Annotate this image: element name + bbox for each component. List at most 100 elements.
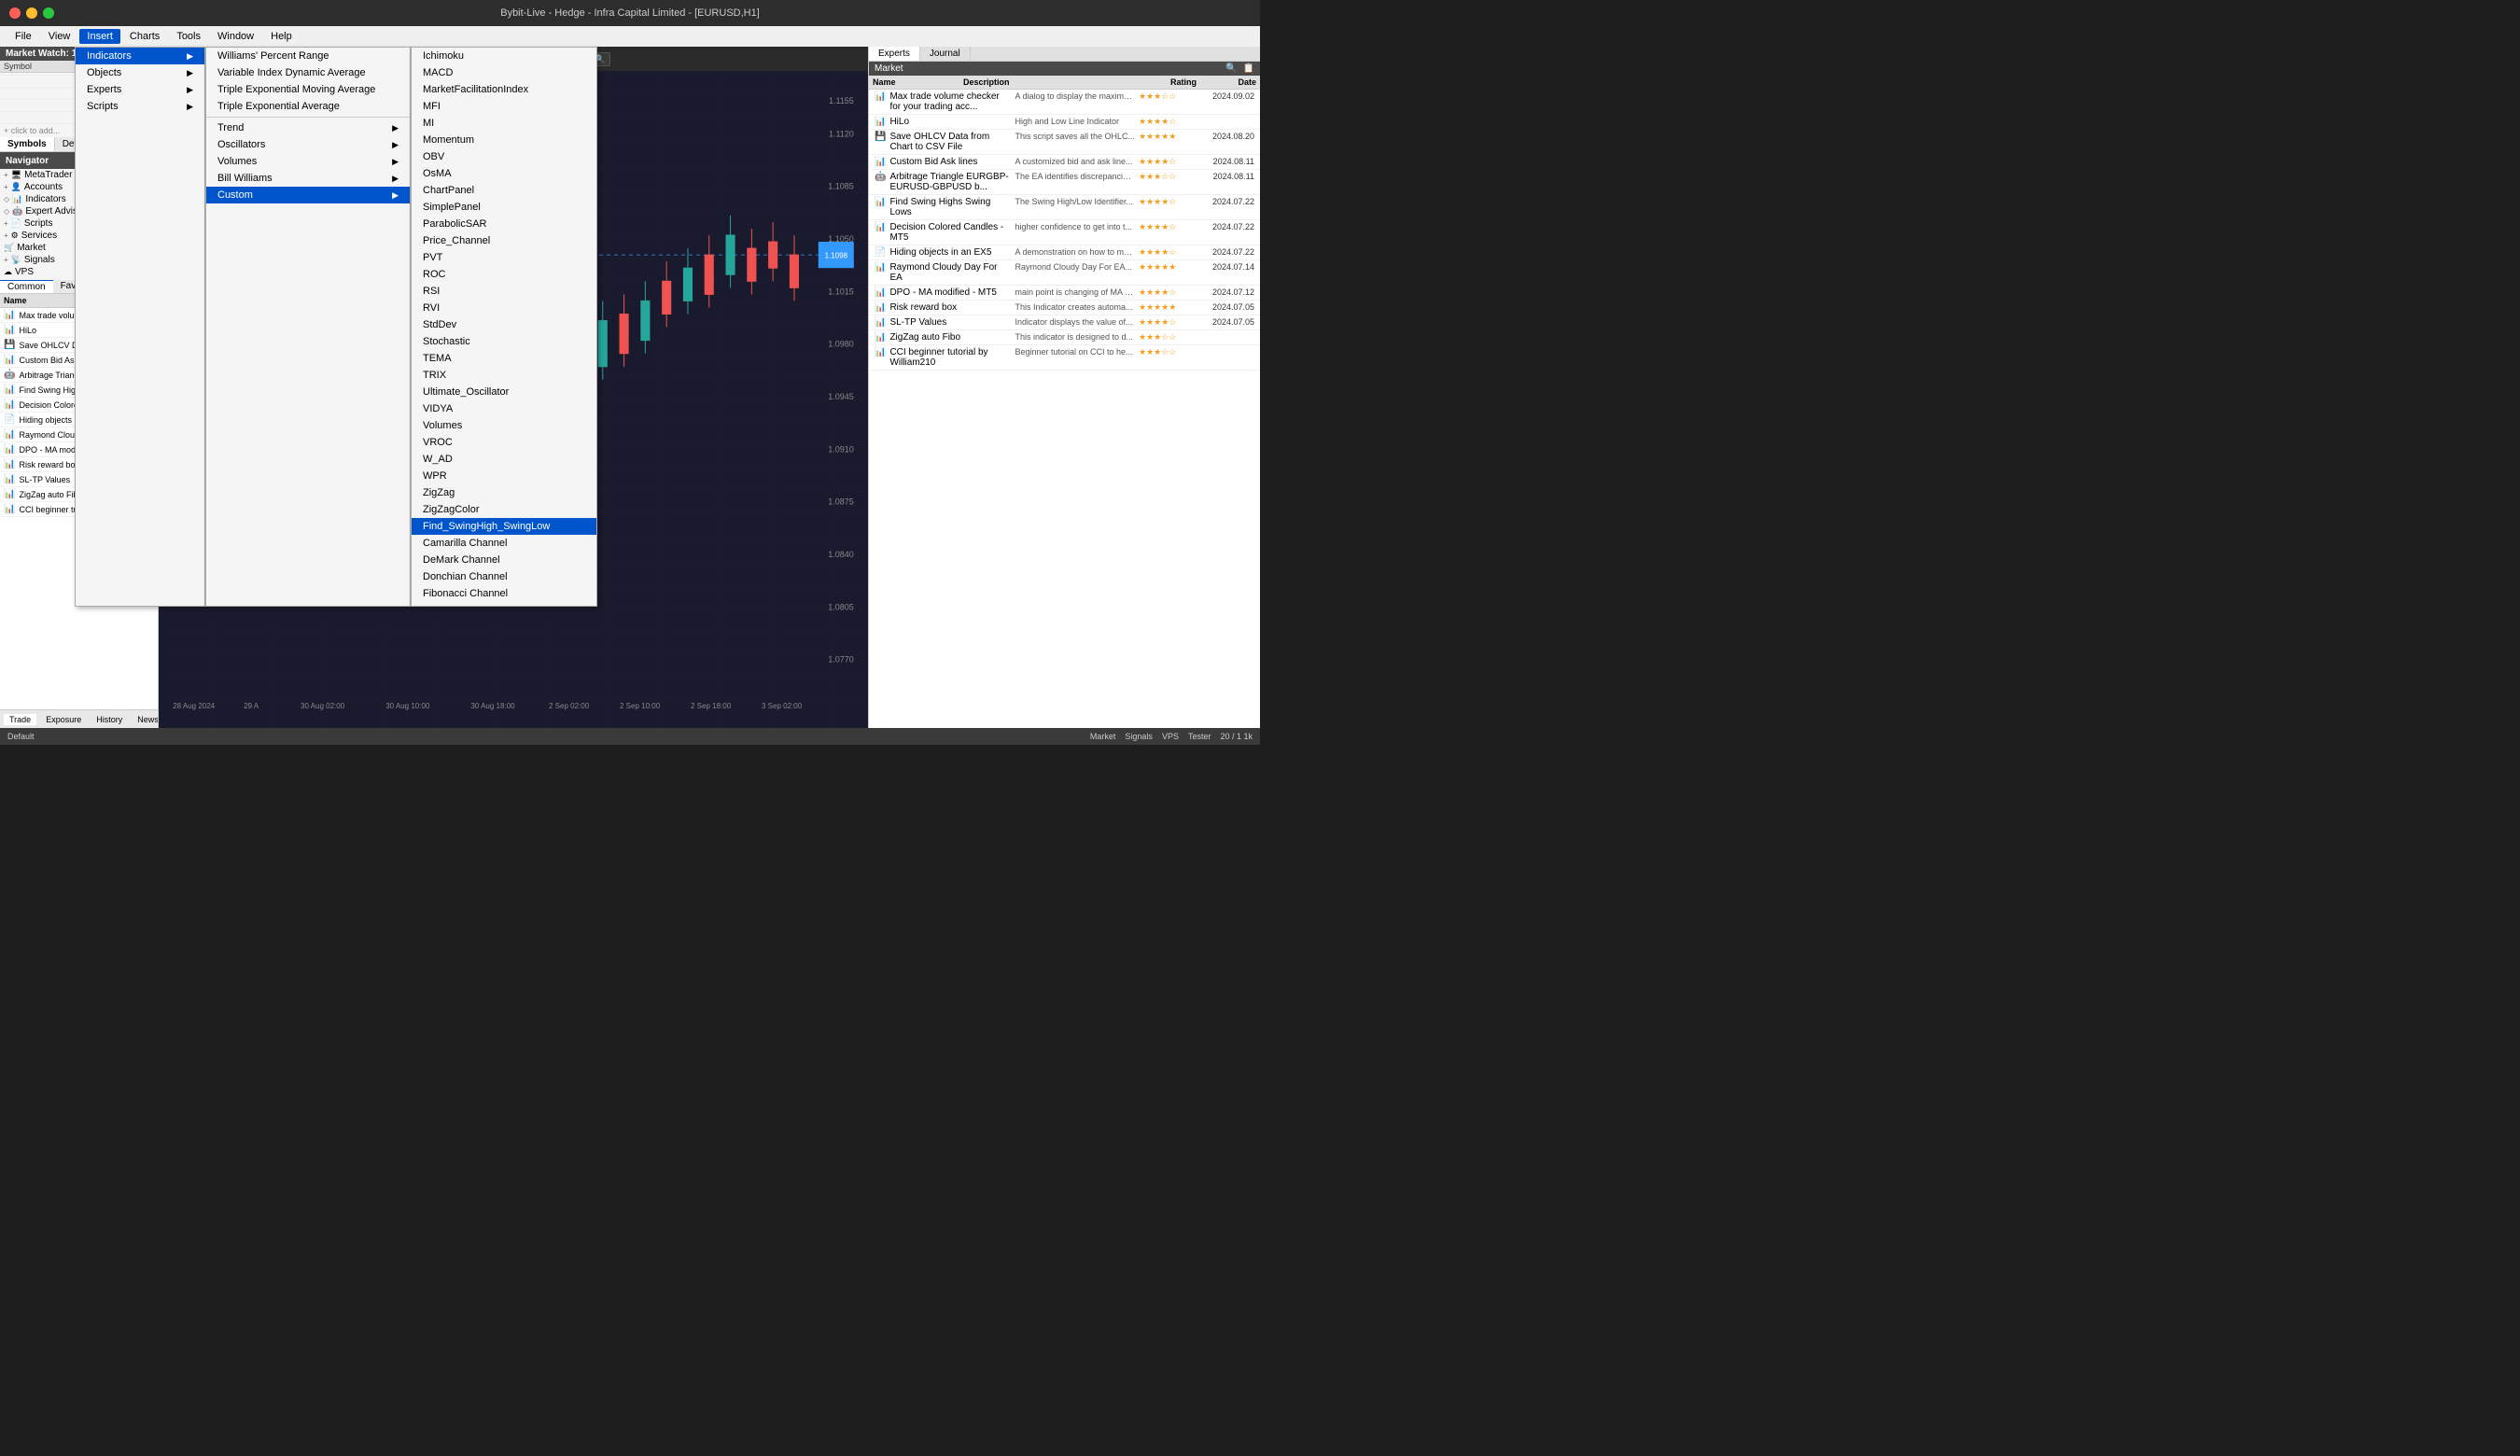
maximize-button[interactable]	[43, 7, 54, 19]
status-market[interactable]: Market	[1090, 732, 1116, 741]
btab-history[interactable]: History	[91, 714, 128, 725]
cust-find-swing[interactable]: Find_SwingHigh_SwingLow	[412, 518, 596, 535]
status-signals[interactable]: Signals	[1125, 732, 1153, 741]
rp-tabs: Experts Journal	[869, 47, 1260, 62]
ind-tema[interactable]: Triple Exponential Moving Average	[206, 81, 410, 98]
rp-list-item[interactable]: 📊 Custom Bid Ask lines A customized bid …	[869, 155, 1260, 170]
menu-view[interactable]: View	[41, 29, 78, 44]
cust-rvi[interactable]: RVI	[412, 300, 596, 316]
cust-price-channel[interactable]: Price_Channel	[412, 232, 596, 249]
cust-mfi[interactable]: MFI	[412, 98, 596, 115]
cust-zigzagcolor[interactable]: ZigZagColor	[412, 501, 596, 518]
close-button[interactable]	[9, 7, 21, 19]
cust-volumes[interactable]: Volumes	[412, 417, 596, 434]
insert-menu: Indicators ▶ Objects ▶ Experts ▶ Scripts…	[75, 47, 205, 607]
cust-mi[interactable]: MI	[412, 115, 596, 132]
window-title: Bybit-Live - Hedge - Infra Capital Limit…	[500, 7, 760, 19]
status-vps[interactable]: VPS	[1162, 732, 1179, 741]
cust-w-ad[interactable]: W_AD	[412, 451, 596, 468]
btab-news[interactable]: News	[132, 714, 159, 725]
rp-filter-icon[interactable]: 📋	[1243, 63, 1254, 74]
cust-roc[interactable]: ROC	[412, 266, 596, 283]
menu-window[interactable]: Window	[210, 29, 261, 44]
ind-oscillators[interactable]: Oscillators ▶	[206, 136, 410, 153]
rp-search-icon[interactable]: 🔍	[1225, 63, 1237, 74]
cust-osma[interactable]: OsMA	[412, 165, 596, 182]
menu-charts[interactable]: Charts	[122, 29, 167, 44]
ind-trend[interactable]: Trend ▶	[206, 119, 410, 136]
rp-list-item[interactable]: 🤖 Arbitrage Triangle EURGBP-EURUSD-GBPUS…	[869, 170, 1260, 195]
svg-text:30 Aug 18:00: 30 Aug 18:00	[470, 702, 515, 710]
cust-tema[interactable]: TEMA	[412, 350, 596, 367]
rp-list-item[interactable]: 📊 SL-TP Values Indicator displays the va…	[869, 315, 1260, 330]
rp-list-item[interactable]: 📊 Find Swing Highs Swing Lows The Swing …	[869, 195, 1260, 220]
cust-ultimate-osc[interactable]: Ultimate_Oscillator	[412, 384, 596, 400]
cust-mfi-index[interactable]: MarketFacilitationIndex	[412, 81, 596, 98]
btab-exposure[interactable]: Exposure	[40, 714, 87, 725]
ind-custom[interactable]: Custom ▶	[206, 187, 410, 203]
insert-scripts[interactable]: Scripts ▶	[76, 98, 204, 115]
svg-text:1.1085: 1.1085	[828, 182, 854, 191]
menu-help[interactable]: Help	[263, 29, 300, 44]
cust-keltner[interactable]: Keltner Channel	[412, 602, 596, 607]
cust-fibonacci[interactable]: Fibonacci Channel	[412, 585, 596, 602]
menubar: File View Insert Charts Tools Window Hel…	[0, 26, 1260, 47]
minimize-button[interactable]	[26, 7, 37, 19]
cust-simplepanel[interactable]: SimplePanel	[412, 199, 596, 216]
cust-pvt[interactable]: PVT	[412, 249, 596, 266]
cust-demark[interactable]: DeMark Channel	[412, 552, 596, 568]
indicators-submenu: Williams' Percent Range Variable Index D…	[205, 47, 411, 607]
cust-parabolicsar[interactable]: ParabolicSAR	[412, 216, 596, 232]
rp-list-item[interactable]: 📊 Risk reward box This Indicator creates…	[869, 301, 1260, 315]
cust-zigzag[interactable]: ZigZag	[412, 484, 596, 501]
cust-camarilla[interactable]: Camarilla Channel	[412, 535, 596, 552]
common-tab[interactable]: Common	[0, 280, 53, 293]
insert-experts[interactable]: Experts ▶	[76, 81, 204, 98]
cust-stochastic[interactable]: Stochastic	[412, 333, 596, 350]
svg-text:2 Sep 10:00: 2 Sep 10:00	[620, 702, 661, 710]
cust-macd[interactable]: MACD	[412, 64, 596, 81]
rp-tab-experts[interactable]: Experts	[869, 47, 920, 61]
menu-tools[interactable]: Tools	[169, 29, 208, 44]
menu-insert[interactable]: Insert	[79, 29, 120, 44]
svg-text:1.0980: 1.0980	[828, 340, 854, 349]
rp-list-item[interactable]: 📊 Decision Colored Candles - MT5 higher …	[869, 220, 1260, 245]
insert-indicators[interactable]: Indicators ▶	[76, 48, 204, 64]
menu-file[interactable]: File	[7, 29, 39, 44]
cust-trix[interactable]: TRIX	[412, 367, 596, 384]
btab-trade[interactable]: Trade	[4, 714, 36, 725]
rp-list-item[interactable]: 📊 Raymond Cloudy Day For EA Raymond Clou…	[869, 260, 1260, 286]
cust-obv[interactable]: OBV	[412, 148, 596, 165]
window-controls[interactable]	[9, 7, 54, 19]
rp-list-item[interactable]: 📊 CCI beginner tutorial by William210 Be…	[869, 345, 1260, 371]
cust-ichimoku[interactable]: Ichimoku	[412, 48, 596, 64]
rp-list-item[interactable]: 📊 ZigZag auto Fibo This indicator is des…	[869, 330, 1260, 345]
cust-chartpanel[interactable]: ChartPanel	[412, 182, 596, 199]
svg-text:1.0770: 1.0770	[828, 655, 854, 665]
cust-vroc[interactable]: VROC	[412, 434, 596, 451]
rp-tab-journal[interactable]: Journal	[920, 47, 971, 61]
ind-tea[interactable]: Triple Exponential Average	[206, 98, 410, 115]
ind-bill-williams[interactable]: Bill Williams ▶	[206, 170, 410, 187]
rp-list-item[interactable]: 📊 HiLo High and Low Line Indicator ★★★★☆	[869, 115, 1260, 130]
cust-vidya[interactable]: VIDYA	[412, 400, 596, 417]
rp-list-item[interactable]: 💾 Save OHLCV Data from Chart to CSV File…	[869, 130, 1260, 155]
cust-donchian[interactable]: Donchian Channel	[412, 568, 596, 585]
status-tester[interactable]: Tester	[1188, 732, 1211, 741]
status-default: Default	[7, 732, 35, 741]
cust-wpr[interactable]: WPR	[412, 468, 596, 484]
tab-symbols[interactable]: Symbols	[0, 137, 55, 151]
titlebar: Bybit-Live - Hedge - Infra Capital Limit…	[0, 0, 1260, 26]
cust-rsi[interactable]: RSI	[412, 283, 596, 300]
cust-momentum[interactable]: Momentum	[412, 132, 596, 148]
ind-vida[interactable]: Variable Index Dynamic Average	[206, 64, 410, 81]
rp-list-item[interactable]: 📊 Max trade volume checker for your trad…	[869, 90, 1260, 115]
ind-williams-percent[interactable]: Williams' Percent Range	[206, 48, 410, 64]
cust-stddev[interactable]: StdDev	[412, 316, 596, 333]
ind-volumes[interactable]: Volumes ▶	[206, 153, 410, 170]
svg-text:29 A: 29 A	[244, 702, 259, 710]
svg-text:30 Aug 10:00: 30 Aug 10:00	[385, 702, 430, 710]
insert-objects[interactable]: Objects ▶	[76, 64, 204, 81]
rp-list-item[interactable]: 📊 DPO - MA modified - MT5 main point is …	[869, 286, 1260, 301]
rp-list-item[interactable]: 📄 Hiding objects in an EX5 A demonstrati…	[869, 245, 1260, 260]
